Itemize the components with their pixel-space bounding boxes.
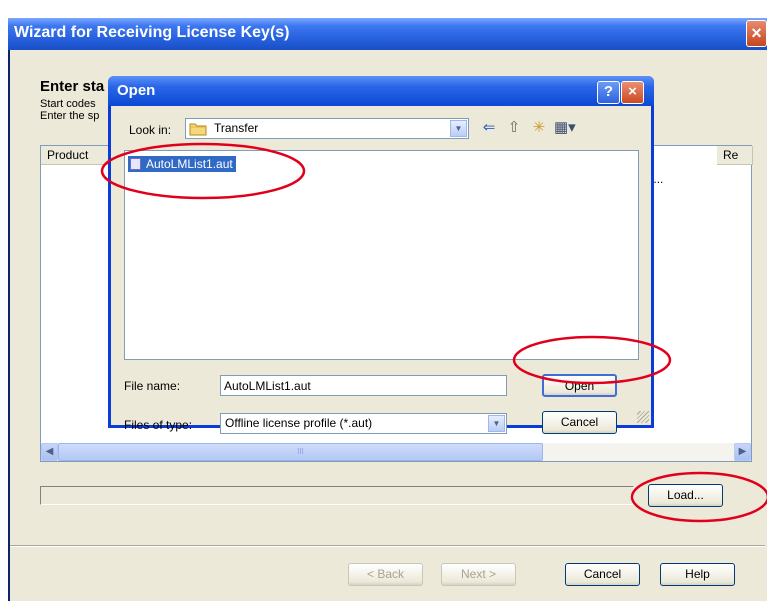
load-button[interactable]: Load... bbox=[648, 484, 723, 507]
file-icon bbox=[130, 158, 141, 170]
views-menu-icon[interactable]: ▦▾ bbox=[554, 119, 576, 137]
look-in-value: Transfer bbox=[214, 121, 259, 135]
column-header-product[interactable]: Product bbox=[41, 146, 111, 165]
file-name-input[interactable] bbox=[220, 375, 507, 396]
files-of-type-label: Files of type: bbox=[124, 418, 193, 432]
chevron-down-icon[interactable]: ▼ bbox=[450, 120, 467, 137]
files-of-type-value: Offline license profile (*.aut) bbox=[225, 416, 373, 430]
open-dialog-titlebar[interactable]: Open ? × bbox=[108, 76, 654, 106]
wizard-close-button[interactable]: × bbox=[746, 20, 767, 47]
wizard-title: Wizard for Receiving License Key(s) bbox=[14, 24, 290, 41]
open-dialog-body: Look in: Transfer ▼ ⇐ ⇧ ✳ ▦▾ AutoLMList1… bbox=[111, 106, 651, 434]
folder-icon bbox=[189, 123, 207, 136]
separator bbox=[10, 545, 765, 547]
up-folder-icon[interactable]: ⇧ bbox=[504, 119, 524, 137]
chevron-down-icon[interactable]: ▼ bbox=[488, 415, 505, 432]
open-dialog: Open ? × Look in: Transfer ▼ ⇐ ⇧ ✳ ▦▾ Au… bbox=[108, 76, 654, 434]
cancel-button[interactable]: Cancel bbox=[542, 411, 617, 434]
look-in-label: Look in: bbox=[129, 123, 172, 137]
open-dialog-title: Open bbox=[117, 82, 156, 99]
back-button[interactable]: < Back bbox=[348, 563, 423, 586]
scroll-right-icon[interactable]: ▶ bbox=[734, 443, 751, 461]
file-name: AutoLMList1.aut bbox=[146, 157, 233, 171]
scrollbar-thumb[interactable]: III bbox=[58, 443, 543, 461]
file-list[interactable]: AutoLMList1.aut bbox=[124, 150, 639, 360]
next-button[interactable]: Next > bbox=[441, 563, 516, 586]
wizard-heading: Enter sta bbox=[40, 78, 105, 95]
resize-grip[interactable] bbox=[637, 411, 649, 423]
horizontal-scrollbar[interactable]: ◀ III ▶ bbox=[41, 443, 751, 461]
look-in-dropdown[interactable]: Transfer ▼ bbox=[185, 118, 469, 139]
file-list-item[interactable]: AutoLMList1.aut bbox=[128, 156, 236, 172]
files-of-type-dropdown[interactable]: Offline license profile (*.aut) ▼ bbox=[220, 413, 507, 434]
new-folder-icon[interactable]: ✳ bbox=[529, 119, 549, 137]
file-name-label: File name: bbox=[124, 379, 181, 393]
help-icon[interactable]: ? bbox=[597, 81, 620, 104]
open-button[interactable]: Open bbox=[542, 374, 617, 397]
back-arrow-icon[interactable]: ⇐ bbox=[479, 119, 499, 137]
wizard-instruction-line: Enter the sp bbox=[40, 110, 100, 122]
help-button[interactable]: Help bbox=[660, 563, 735, 586]
column-header-re[interactable]: Re bbox=[717, 146, 753, 165]
close-icon[interactable]: × bbox=[621, 81, 644, 104]
scroll-left-icon[interactable]: ◀ bbox=[41, 443, 58, 461]
wizard-cancel-button[interactable]: Cancel bbox=[565, 563, 640, 586]
wizard-instruction-line: Start codes bbox=[40, 98, 96, 110]
progress-bar bbox=[40, 486, 634, 505]
